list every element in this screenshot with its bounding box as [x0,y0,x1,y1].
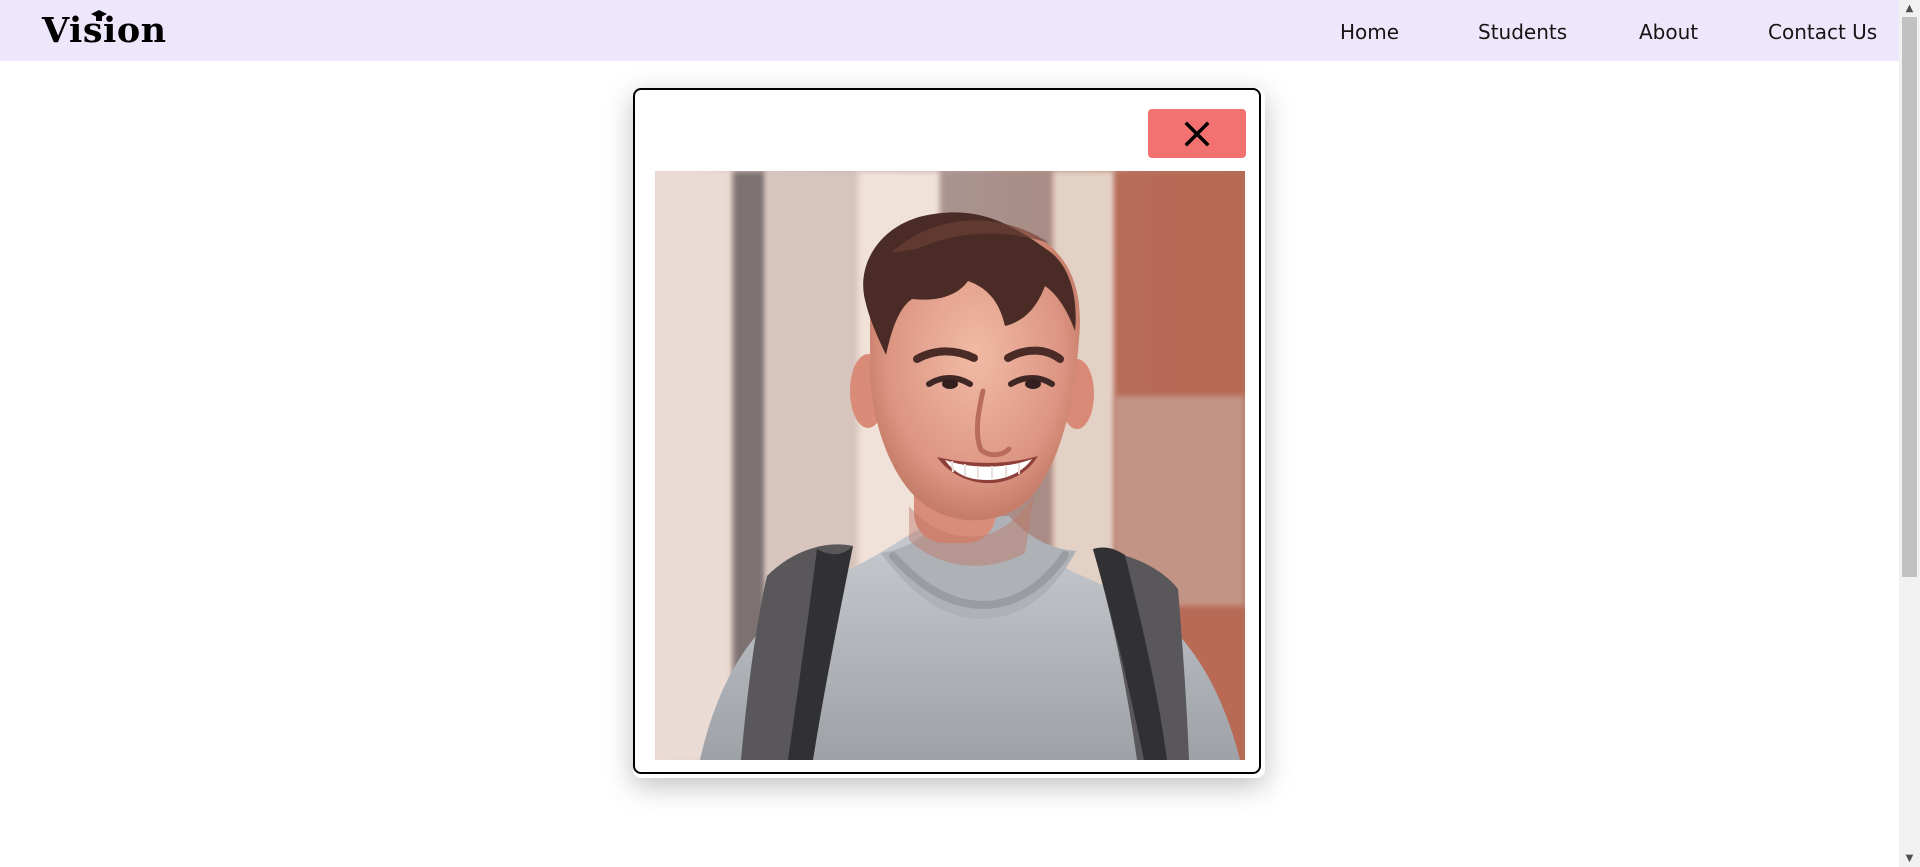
close-button[interactable] [1148,109,1246,158]
scroll-down-arrow-icon[interactable]: ▼ [1899,850,1920,867]
close-icon [1184,121,1210,146]
student-photo [655,171,1245,760]
nav-link-about[interactable]: About [1639,20,1698,44]
nav-link-contact-us[interactable]: Contact Us [1768,20,1877,44]
main-navigation: Home Students About Contact Us [0,0,1899,61]
nav-link-students[interactable]: Students [1478,20,1567,44]
scroll-up-arrow-icon[interactable]: ▲ [1899,0,1920,17]
student-photo-illustration [655,171,1245,760]
vertical-scrollbar[interactable]: ▲ ▼ [1899,0,1920,867]
student-image-modal [633,88,1261,774]
nav-link-home[interactable]: Home [1340,20,1399,44]
scrollbar-thumb[interactable] [1902,17,1917,577]
top-navigation-bar: Vision Home Students About Contact Us [0,0,1899,61]
